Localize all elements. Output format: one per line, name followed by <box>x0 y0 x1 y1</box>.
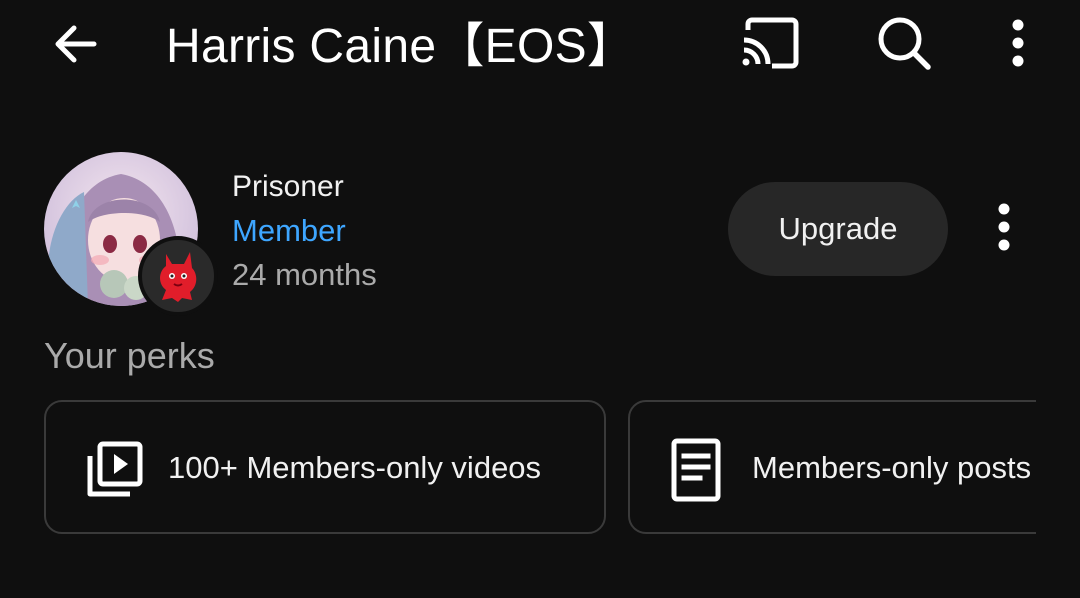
video-library-icon <box>84 440 144 500</box>
cast-icon <box>738 16 802 75</box>
member-badge-red-creature-icon <box>152 244 204 309</box>
document-icon <box>666 438 726 502</box>
arrow-left-icon <box>48 16 104 77</box>
perks-heading: Your perks <box>44 335 215 376</box>
top-app-bar: Harris Caine【EOS】 <box>0 0 1080 96</box>
membership-duration: 24 months <box>232 257 377 292</box>
perks-carousel[interactable]: 100+ Members-only videos Members-only po… <box>0 398 1036 540</box>
membership-more-button[interactable] <box>976 196 1032 262</box>
membership-status: Member <box>232 213 346 248</box>
more-vert-icon <box>1008 17 1028 74</box>
perk-card-members-only-posts[interactable]: Members-only posts <box>628 400 1036 534</box>
more-vert-icon <box>994 201 1014 258</box>
perk-label: 100+ Members-only videos <box>168 450 542 485</box>
search-icon <box>874 13 934 78</box>
cast-button[interactable] <box>730 12 810 78</box>
page-title: Harris Caine【EOS】 <box>166 20 636 73</box>
search-button[interactable] <box>866 12 942 78</box>
perk-card-members-only-videos[interactable]: 100+ Members-only videos <box>44 400 606 534</box>
member-badge <box>138 236 218 316</box>
membership-level-name: Prisoner <box>232 170 344 203</box>
perk-label: Members-only posts <box>752 450 1032 485</box>
more-options-button[interactable] <box>990 12 1046 78</box>
back-button[interactable] <box>40 14 112 78</box>
upgrade-button[interactable]: Upgrade <box>728 182 948 276</box>
